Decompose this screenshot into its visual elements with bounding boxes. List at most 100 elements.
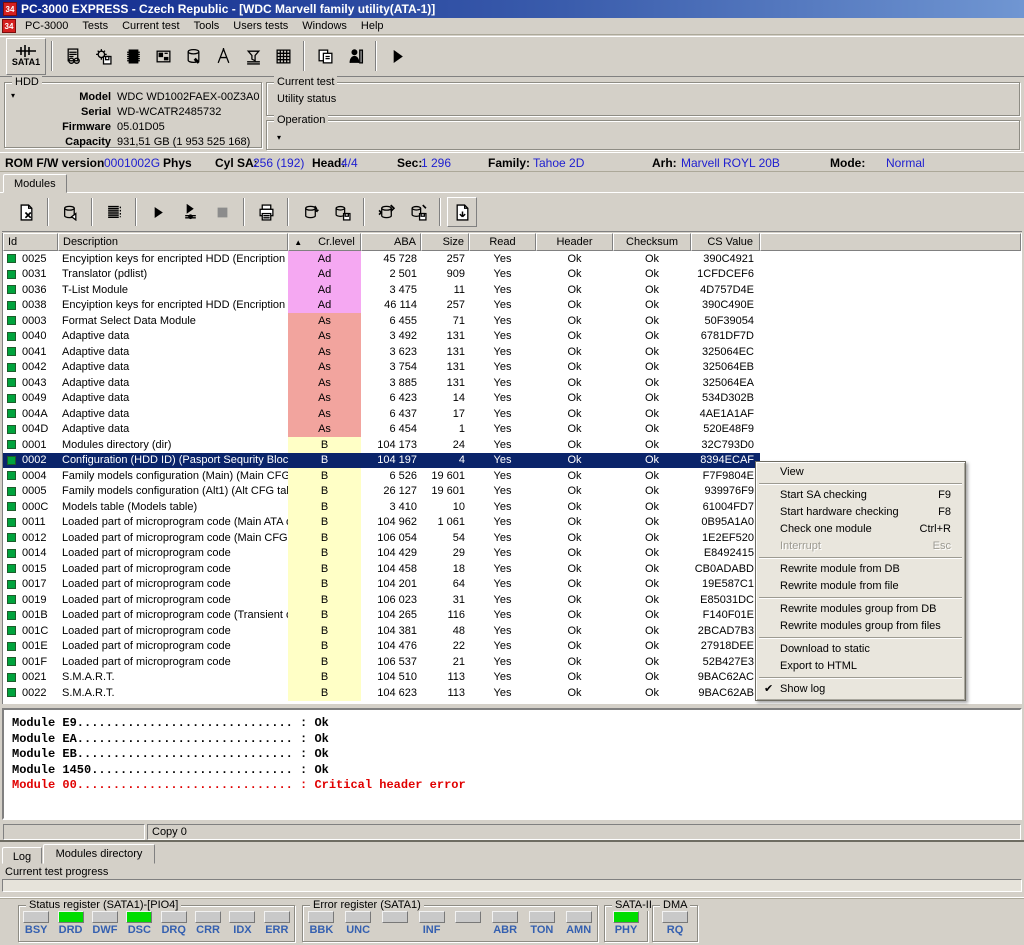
- cell-aba: 106 054: [361, 530, 421, 546]
- column-header-header[interactable]: Header: [536, 233, 613, 251]
- table-row[interactable]: 004AAdaptive dataAs6 43717YesOkOk4AE1A1A…: [3, 406, 760, 422]
- info-label-6: Arh:: [652, 156, 677, 170]
- table-row[interactable]: 0005Family models configuration (Alt1) (…: [3, 484, 760, 500]
- table-row[interactable]: 000CModels table (Models table)B3 41010Y…: [3, 499, 760, 515]
- table-row[interactable]: 0036T-List ModuleAd3 47511YesOkOk4D757D4…: [3, 282, 760, 298]
- table-row[interactable]: 0043Adaptive dataAs3 885131YesOkOk325064…: [3, 375, 760, 391]
- led-label: DRQ: [161, 925, 185, 936]
- table-row[interactable]: 0017Loaded part of microprogram codeB104…: [3, 577, 760, 593]
- board-button[interactable]: [148, 41, 178, 71]
- menu-item-help[interactable]: Help: [354, 19, 391, 33]
- context-menu-item-rewrite-module-from-file[interactable]: Rewrite module from file: [757, 578, 964, 595]
- group-read-db-button[interactable]: [371, 197, 401, 227]
- cell-csvalue: 9BAC62AC: [691, 670, 760, 686]
- user-log-button[interactable]: [340, 41, 370, 71]
- table-row[interactable]: 001CLoaded part of microprogram codeB104…: [3, 623, 760, 639]
- context-menu-item-view[interactable]: View: [757, 464, 964, 481]
- group-write-db-button[interactable]: [403, 197, 433, 227]
- context-menu-item-show-log[interactable]: ✔Show log: [757, 681, 964, 698]
- column-header-id[interactable]: Id: [3, 233, 58, 251]
- toolbar-separator: [439, 198, 441, 226]
- context-menu-item-start-sa-checking[interactable]: Start SA checkingF9: [757, 487, 964, 504]
- start-options-button[interactable]: [175, 197, 205, 227]
- table-row[interactable]: 001ELoaded part of microprogram codeB104…: [3, 639, 760, 655]
- table-row[interactable]: 0014Loaded part of microprogram codeB104…: [3, 546, 760, 562]
- column-header-cr-level[interactable]: ▲Cr.level: [288, 233, 361, 251]
- menu-item-pc-3000[interactable]: PC-3000: [18, 19, 75, 33]
- context-menu-item-export-to-html[interactable]: Export to HTML: [757, 658, 964, 675]
- cell-description: Loaded part of microprogram code (Main A…: [58, 515, 288, 531]
- table-row[interactable]: 001FLoaded part of microprogram codeB106…: [3, 654, 760, 670]
- context-menu-item-rewrite-module-from-db[interactable]: Rewrite module from DB: [757, 561, 964, 578]
- menu-item-users-tests[interactable]: Users tests: [226, 19, 295, 33]
- menu-item-tools[interactable]: Tools: [187, 19, 227, 33]
- stop-button[interactable]: [207, 197, 237, 227]
- print-button[interactable]: [251, 197, 281, 227]
- measure-tool-button[interactable]: [208, 41, 238, 71]
- cell-size: 24: [421, 437, 469, 453]
- column-header-read[interactable]: Read: [469, 233, 536, 251]
- context-menu-item-rewrite-modules-group-from-db[interactable]: Rewrite modules group from DB: [757, 601, 964, 618]
- db-export-button[interactable]: [55, 197, 85, 227]
- table-row[interactable]: 0041Adaptive dataAs3 623131YesOkOk325064…: [3, 344, 760, 360]
- grid-button[interactable]: [268, 41, 298, 71]
- module-write-db-button[interactable]: [327, 197, 357, 227]
- title-bar[interactable]: 34 PC-3000 EXPRESS - Czech Republic - [W…: [0, 0, 1024, 18]
- table-row[interactable]: 0002Configuration (HDD ID) (Pasport Sequ…: [3, 453, 760, 469]
- table-row[interactable]: 0040Adaptive dataAs3 492131YesOkOk6781DF…: [3, 329, 760, 345]
- table-row[interactable]: 0011Loaded part of microprogram code (Ma…: [3, 515, 760, 531]
- chip-button[interactable]: [118, 41, 148, 71]
- sata1-port-button[interactable]: SATA1: [6, 38, 46, 75]
- column-header-description[interactable]: Description: [58, 233, 288, 251]
- table-row[interactable]: 0042Adaptive dataAs3 754131YesOkOk325064…: [3, 360, 760, 376]
- table-row[interactable]: 0004Family models configuration (Main) (…: [3, 468, 760, 484]
- copy-button[interactable]: [310, 41, 340, 71]
- table-row[interactable]: 0015Loaded part of microprogram codeB104…: [3, 561, 760, 577]
- table-row[interactable]: [3, 701, 760, 705]
- module-read-db-button[interactable]: [295, 197, 325, 227]
- context-menu-item-start-hardware-checking[interactable]: Start hardware checkingF8: [757, 504, 964, 521]
- table-row[interactable]: 0003Format Select Data ModuleAs6 45571Ye…: [3, 313, 760, 329]
- context-menu-label: Start SA checking: [780, 489, 867, 501]
- close-module-button[interactable]: [11, 197, 41, 227]
- table-row[interactable]: 0019Loaded part of microprogram codeB106…: [3, 592, 760, 608]
- table-row[interactable]: 0001Modules directory (dir)B104 17324Yes…: [3, 437, 760, 453]
- database-button[interactable]: [178, 41, 208, 71]
- column-header-cs-value[interactable]: CS Value: [691, 233, 760, 251]
- context-menu-item-check-one-module[interactable]: Check one moduleCtrl+R: [757, 521, 964, 538]
- tab-log[interactable]: Log: [2, 847, 42, 864]
- start-check-button[interactable]: [143, 197, 173, 227]
- table-row[interactable]: 0038Encyiption keys for encripted HDD (E…: [3, 298, 760, 314]
- context-menu-item-rewrite-modules-group-from-files[interactable]: Rewrite modules group from files: [757, 618, 964, 635]
- table-row[interactable]: 0022S.M.A.R.T.B104 623113YesOkOk9BAC62AB: [3, 685, 760, 701]
- column-header-aba[interactable]: ABA: [361, 233, 421, 251]
- context-menu-item-download-to-static[interactable]: Download to static: [757, 641, 964, 658]
- cell-read: Yes: [469, 344, 536, 360]
- table-row[interactable]: 0021S.M.A.R.T.B104 510113YesOkOk9BAC62AC: [3, 670, 760, 686]
- module-id: 0041: [22, 346, 46, 358]
- table-row[interactable]: 0049Adaptive dataAs6 42314YesOkOk534D302…: [3, 391, 760, 407]
- operation-dropdown-arrow[interactable]: ▾: [277, 133, 281, 142]
- menu-item-tests[interactable]: Tests: [75, 19, 115, 33]
- column-header-size[interactable]: Size: [421, 233, 469, 251]
- list-button[interactable]: [99, 197, 129, 227]
- dma-leds: RQ: [653, 911, 697, 936]
- run-arrow-button[interactable]: [382, 41, 412, 71]
- menu-item-current-test[interactable]: Current test: [115, 19, 186, 33]
- tab-modules[interactable]: Modules: [3, 174, 67, 193]
- menu-item-windows[interactable]: Windows: [295, 19, 354, 33]
- table-row[interactable]: 001BLoaded part of microprogram code (Tr…: [3, 608, 760, 624]
- table-row[interactable]: 0025Encyiption keys for encripted HDD (E…: [3, 251, 760, 267]
- column-header-checksum[interactable]: Checksum: [613, 233, 691, 251]
- export-html-button[interactable]: [447, 197, 477, 227]
- log-line-error: Module 00.............................. …: [12, 778, 1020, 794]
- tab-modules-directory[interactable]: Modules directory: [43, 844, 155, 864]
- cell-header: Ok: [536, 530, 613, 546]
- child-window-icon[interactable]: 34: [2, 19, 16, 33]
- settings-save-button[interactable]: [88, 41, 118, 71]
- table-row[interactable]: 004DAdaptive dataAs6 4541YesOkOk520E48F9: [3, 422, 760, 438]
- table-row[interactable]: 0031Translator (pdlist)Ad2 501909YesOkOk…: [3, 267, 760, 283]
- filter-button[interactable]: [238, 41, 268, 71]
- report-search-button[interactable]: [58, 41, 88, 71]
- table-row[interactable]: 0012Loaded part of microprogram code (Ma…: [3, 530, 760, 546]
